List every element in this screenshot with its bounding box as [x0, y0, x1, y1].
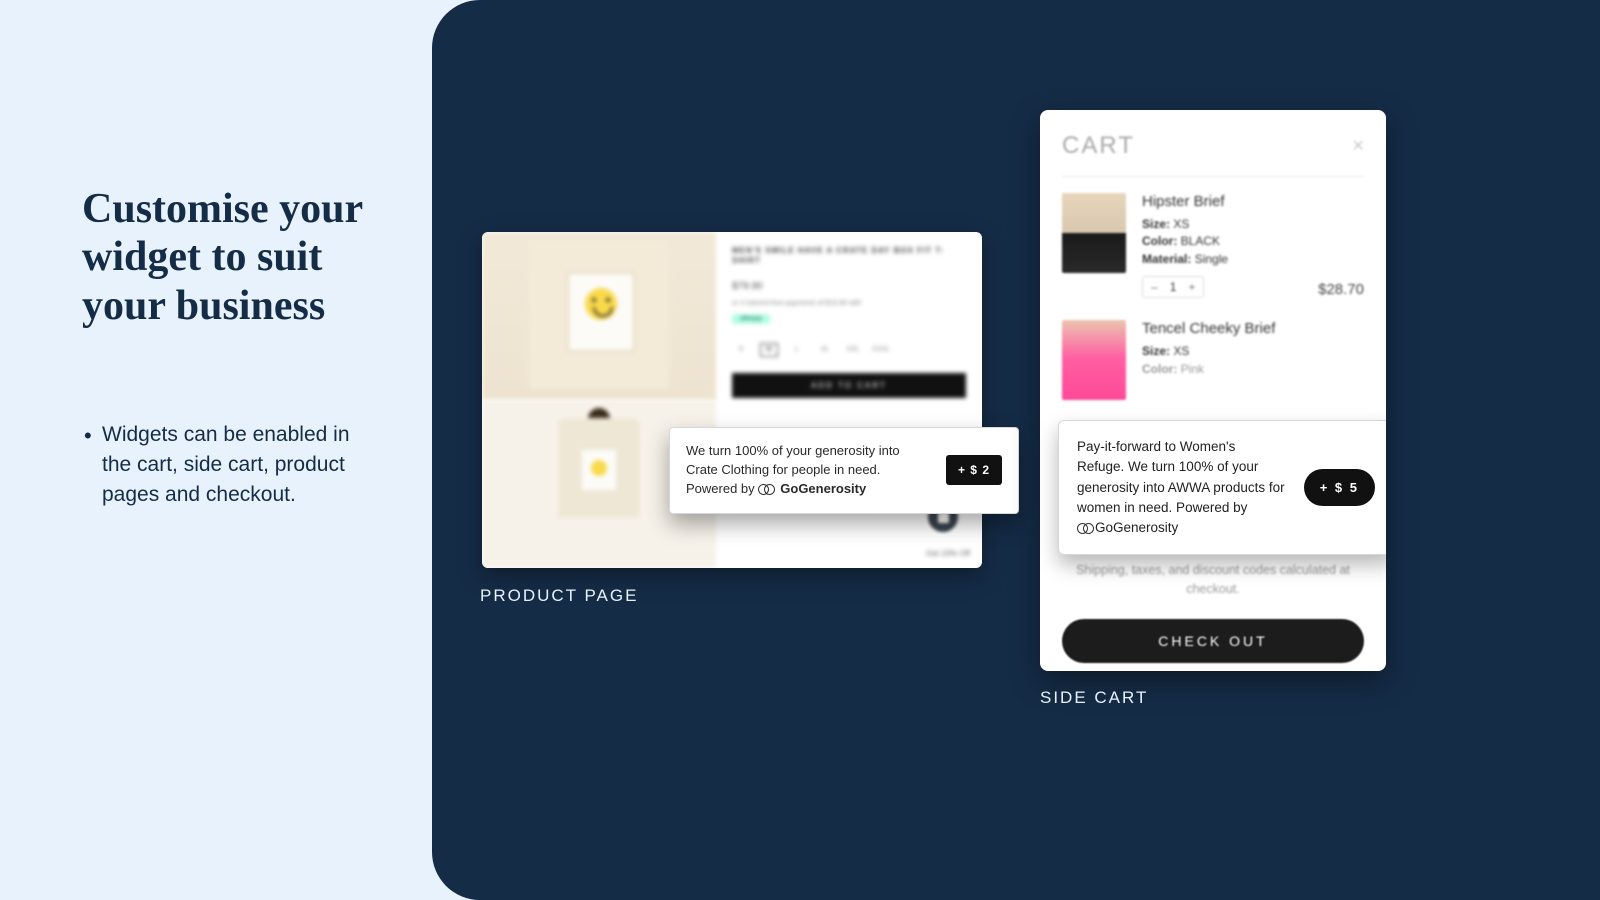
cart-item-name: Tencel Cheeky Brief: [1142, 320, 1364, 337]
product-image-front: [482, 232, 716, 400]
size-option[interactable]: XXXL: [872, 343, 890, 357]
product-price: $79.90: [732, 281, 966, 292]
cart-item-name: Hipster Brief: [1142, 193, 1302, 210]
size-option[interactable]: XL: [816, 343, 834, 357]
interest-free-text: or 4 interest-free payments of $19.98 wi…: [732, 300, 966, 307]
shipping-note: Shipping, taxes, and discount codes calc…: [1062, 561, 1364, 599]
cart-item-price: $28.70: [1318, 281, 1364, 298]
right-panel: MEN'S SMILE HAVE A CRATE DAY BOX FIT T-S…: [432, 0, 1600, 900]
minus-icon[interactable]: –: [1151, 280, 1158, 294]
quantity-stepper[interactable]: –1+: [1142, 276, 1204, 298]
add-to-cart-button[interactable]: ADD TO CART: [732, 373, 966, 398]
size-option[interactable]: L: [788, 343, 806, 357]
size-option[interactable]: M: [760, 343, 778, 357]
left-panel: Customise your widget to suit your busin…: [0, 0, 432, 900]
widget-text: Pay-it-forward to Women's Refuge. We tur…: [1077, 437, 1286, 538]
cart-header: CART ×: [1062, 132, 1364, 160]
product-images: [482, 232, 716, 568]
close-icon[interactable]: ×: [1352, 135, 1364, 158]
divider: [1062, 176, 1364, 177]
gogenerosity-icon: [758, 484, 776, 494]
generosity-widget-product: We turn 100% of your generosity into Cra…: [669, 427, 1019, 514]
size-option[interactable]: S: [732, 343, 750, 357]
feature-list: Widgets can be enabled in the cart, side…: [82, 420, 377, 509]
gogenerosity-icon: [1077, 523, 1095, 533]
size-selector[interactable]: S M L XL XXL XXXL: [732, 343, 966, 357]
donate-button[interactable]: + $ 2: [946, 455, 1002, 485]
cart-item-image: [1062, 193, 1126, 273]
promo-text: Get 10% Off: [926, 549, 970, 558]
donate-button[interactable]: + $ 5: [1304, 469, 1375, 506]
size-option[interactable]: XXL: [844, 343, 862, 357]
widget-text: We turn 100% of your generosity into Cra…: [686, 442, 932, 499]
widget-brand: GoGenerosity: [758, 480, 866, 499]
cart-title: CART: [1062, 132, 1135, 160]
generosity-widget-cart: Pay-it-forward to Women's Refuge. We tur…: [1058, 420, 1386, 555]
plus-icon[interactable]: +: [1188, 280, 1195, 294]
side-cart-mock: CART × Hipster Brief Size: XS Color: BLA…: [1040, 110, 1386, 671]
widget-brand: GoGenerosity: [1077, 520, 1178, 535]
cart-item-info: Hipster Brief Size: XS Color: BLACK Mate…: [1142, 193, 1302, 298]
product-page-label: PRODUCT PAGE: [480, 586, 638, 606]
cart-item: Tencel Cheeky Brief Size: XS Color: Pink: [1062, 320, 1364, 400]
product-title: MEN'S SMILE HAVE A CRATE DAY BOX FIT T-S…: [732, 246, 966, 267]
side-cart-label: SIDE CART: [1040, 688, 1148, 708]
product-page-mock: MEN'S SMILE HAVE A CRATE DAY BOX FIT T-S…: [482, 232, 982, 568]
afterpay-badge: afterpay: [732, 314, 770, 324]
cart-item-image: [1062, 320, 1126, 400]
cart-item-info: Tencel Cheeky Brief Size: XS Color: Pink: [1142, 320, 1364, 400]
checkout-button[interactable]: CHECK OUT: [1062, 619, 1364, 663]
feature-bullet: Widgets can be enabled in the cart, side…: [102, 420, 377, 509]
cart-item: Hipster Brief Size: XS Color: BLACK Mate…: [1062, 193, 1364, 298]
page-heading: Customise your widget to suit your busin…: [82, 185, 377, 330]
